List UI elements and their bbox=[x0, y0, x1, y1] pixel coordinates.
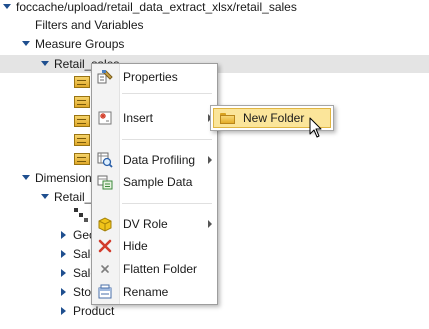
expand-arrow-icon[interactable] bbox=[22, 175, 30, 180]
filters-label: Filters and Variables bbox=[35, 18, 144, 32]
context-menu: Properties Insert Data Profiling Sample … bbox=[91, 63, 218, 305]
expand-arrow-icon[interactable] bbox=[61, 269, 66, 277]
root-path-label: foccache/upload/retail_data_extract_xlsx… bbox=[16, 0, 297, 14]
menu-item-label: Sample Data bbox=[123, 175, 193, 189]
mouse-pointer-icon bbox=[309, 117, 322, 138]
measure-icon bbox=[74, 134, 90, 146]
hide-icon bbox=[98, 239, 112, 253]
menu-item-rename[interactable]: Rename bbox=[92, 282, 217, 302]
tree-node-filters[interactable]: Filters and Variables bbox=[0, 16, 429, 34]
expand-arrow-icon[interactable] bbox=[61, 231, 66, 239]
menu-separator bbox=[122, 203, 212, 204]
menu-separator bbox=[122, 139, 212, 140]
menu-item-flatten-folder[interactable]: Flatten Folder bbox=[92, 259, 217, 279]
properties-icon bbox=[97, 70, 113, 84]
submenu-arrow-icon bbox=[208, 220, 212, 228]
measure-icon bbox=[74, 153, 90, 165]
expand-arrow-icon[interactable] bbox=[61, 250, 66, 258]
menu-item-label: Properties bbox=[123, 70, 178, 84]
data-profiling-icon bbox=[97, 152, 113, 168]
submenu-item-label: New Folder bbox=[243, 111, 305, 125]
dv-role-icon bbox=[98, 217, 112, 232]
measure-icon bbox=[74, 76, 90, 88]
submenu-arrow-icon bbox=[208, 156, 212, 164]
tree-root[interactable]: foccache/upload/retail_data_extract_xlsx… bbox=[0, 0, 429, 16]
menu-item-label: Insert bbox=[123, 111, 154, 125]
menu-item-label: Hide bbox=[123, 239, 148, 253]
menu-item-hide[interactable]: Hide bbox=[92, 236, 217, 256]
menu-item-dv-role[interactable]: DV Role bbox=[92, 214, 217, 234]
expand-arrow-icon[interactable] bbox=[61, 307, 66, 315]
retail-dim-label: Retail_ bbox=[54, 190, 92, 204]
measure-groups-label: Measure Groups bbox=[35, 37, 125, 51]
menu-item-insert[interactable]: Insert bbox=[92, 108, 217, 128]
expand-arrow-icon[interactable] bbox=[3, 4, 11, 9]
menu-separator bbox=[122, 93, 212, 94]
menu-item-label: Data Profiling bbox=[123, 153, 196, 167]
menu-item-label: DV Role bbox=[123, 217, 168, 231]
expand-arrow-icon[interactable] bbox=[22, 41, 30, 46]
menu-item-properties[interactable]: Properties bbox=[92, 67, 217, 87]
menu-item-label: Flatten Folder bbox=[123, 262, 198, 276]
menu-item-label: Rename bbox=[123, 285, 169, 299]
expand-arrow-icon[interactable] bbox=[41, 61, 49, 66]
expand-arrow-icon[interactable] bbox=[61, 288, 66, 296]
expand-arrow-icon[interactable] bbox=[41, 194, 49, 199]
menu-item-sample-data[interactable]: Sample Data bbox=[92, 172, 217, 192]
tree-node-label: Sto bbox=[73, 285, 92, 299]
menu-item-data-profiling[interactable]: Data Profiling bbox=[92, 150, 217, 170]
measure-icon bbox=[74, 96, 90, 108]
insert-icon bbox=[98, 111, 112, 125]
sample-data-icon bbox=[97, 175, 113, 190]
measure-icon bbox=[74, 115, 90, 127]
flatten-folder-icon bbox=[101, 265, 109, 273]
rename-icon bbox=[98, 284, 112, 299]
tree-node-measure-groups[interactable]: Measure Groups bbox=[0, 35, 429, 53]
dimensions-label: Dimension bbox=[35, 171, 92, 185]
hierarchy-icon bbox=[74, 208, 88, 222]
folder-icon bbox=[220, 113, 235, 124]
